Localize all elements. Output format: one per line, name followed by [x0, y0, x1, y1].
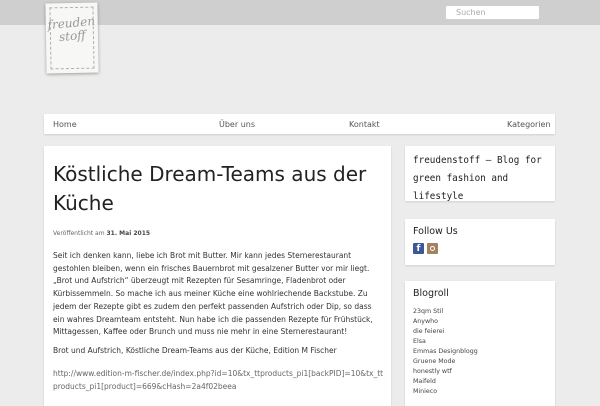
post-paragraph: Seit ich denken kann, liebe ich Brot mit…	[53, 251, 373, 337]
follow-title: Follow Us	[413, 226, 458, 237]
product-link[interactable]: http://www.edition-m-fischer.de/index.ph…	[53, 368, 385, 393]
nav-item-contact[interactable]: Kontakt	[349, 120, 380, 129]
blogroll-link[interactable]: Elsa	[413, 337, 478, 347]
post-date[interactable]: 31. Mai 2015	[106, 230, 150, 237]
blogroll-widget: Blogroll 23qm Stil Anywho die feierei El…	[405, 281, 555, 406]
blogroll-link[interactable]: die feierei	[413, 327, 478, 337]
blogroll-link[interactable]: Gruene Mode	[413, 357, 478, 367]
logo-text: freuden stoff	[45, 14, 99, 45]
post-meta: Veröffentlicht am 31. Mai 2015	[53, 230, 150, 237]
instagram-icon[interactable]	[427, 243, 438, 254]
blogroll-link[interactable]: 23qm Stil	[413, 307, 478, 317]
post-paragraph: Brot und Aufstrich, Köstliche Dream-Team…	[53, 346, 337, 355]
nav-item-about[interactable]: Über uns	[219, 120, 255, 129]
site-logo[interactable]: freuden stoff	[45, 2, 99, 74]
nav-item-home[interactable]: Home	[53, 120, 77, 129]
post-title[interactable]: Köstliche Dream-Teams aus der Küche	[53, 160, 373, 218]
blogroll-link[interactable]: Minieco	[413, 387, 478, 397]
blogroll-link[interactable]: Emmas Designblogg	[413, 347, 478, 357]
main-nav: Home Über uns Kontakt Kategorien	[44, 114, 555, 134]
blogroll-list: 23qm Stil Anywho die feierei Elsa Emmas …	[413, 307, 478, 397]
facebook-icon[interactable]: f	[413, 243, 424, 254]
posted-label: Veröffentlicht am	[53, 230, 105, 237]
blogroll-link[interactable]: Anywho	[413, 317, 478, 327]
follow-widget: Follow Us f	[405, 219, 555, 265]
post-article: Köstliche Dream-Teams aus der Küche Verö…	[44, 146, 391, 406]
search-input[interactable]	[445, 5, 540, 20]
blogroll-title: Blogroll	[413, 288, 449, 299]
tagline-widget: freudenstoff – Blog for green fashion an…	[405, 146, 555, 202]
blogroll-link[interactable]: Maifeld	[413, 377, 478, 387]
nav-item-categories[interactable]: Kategorien	[507, 120, 551, 129]
site-tagline: freudenstoff – Blog for green fashion an…	[413, 155, 542, 202]
blogroll-link[interactable]: honestly wtf	[413, 367, 478, 377]
